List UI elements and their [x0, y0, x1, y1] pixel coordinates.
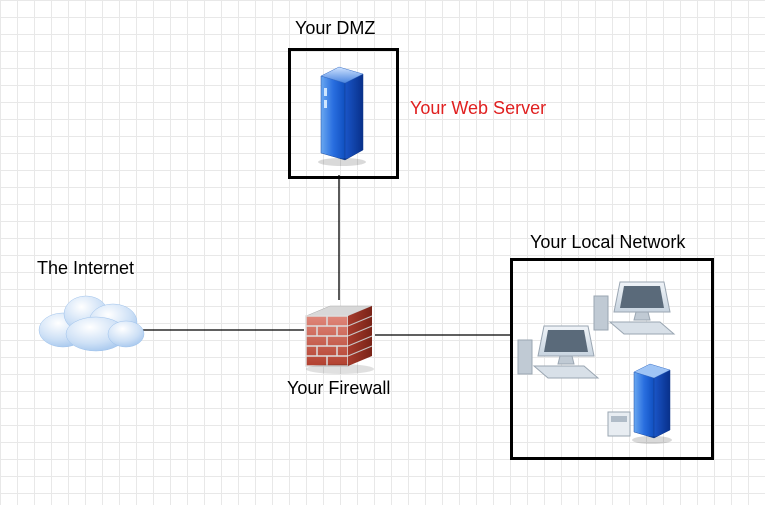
firewall-icon [300, 298, 380, 378]
server-icon [608, 364, 672, 444]
cloud-icon [28, 282, 158, 362]
internet-label: The Internet [37, 258, 134, 279]
workstation-icon [518, 326, 598, 378]
firewall-label: Your Firewall [287, 378, 390, 399]
server-icon [313, 58, 373, 168]
lan-label: Your Local Network [530, 232, 685, 253]
webserver-label: Your Web Server [410, 98, 546, 119]
workstation-icon [594, 282, 674, 334]
dmz-label: Your DMZ [295, 18, 375, 39]
lan-contents [510, 258, 708, 454]
